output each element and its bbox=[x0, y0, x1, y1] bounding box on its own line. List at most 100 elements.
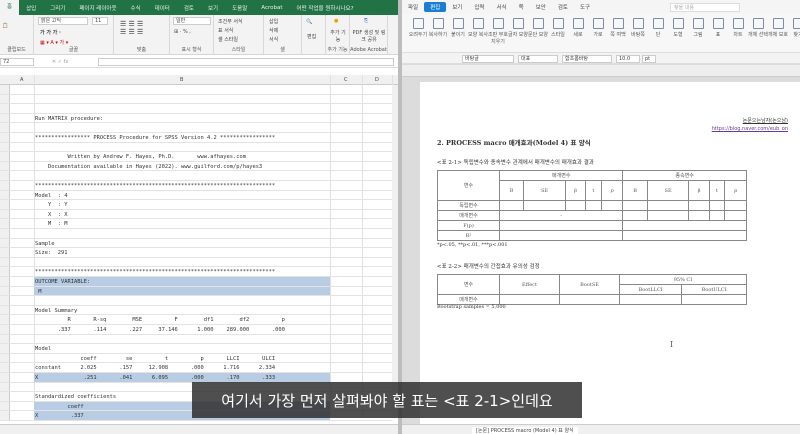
sheet-row[interactable]: Y : Y bbox=[0, 200, 392, 210]
excel-tab[interactable]: 도움말 bbox=[225, 4, 254, 12]
spreadsheet-grid[interactable]: Run MATRIX procedure: ***************** P… bbox=[0, 85, 398, 421]
excel-tab[interactable]: 어떤 작업을 원하시나요? bbox=[290, 4, 361, 12]
column-header-b[interactable]: B bbox=[180, 77, 183, 83]
hwp-tool-button[interactable]: 바탕쪽 bbox=[628, 18, 648, 38]
align-icons[interactable]: ☰ ☰ ☰ ☰ ☰ ☰ bbox=[120, 20, 143, 36]
row-number[interactable] bbox=[0, 104, 10, 113]
font-color-button[interactable]: ▦ ▾ A ▾ 가 ▾ bbox=[40, 39, 68, 46]
excel-tab[interactable]: 삽입 bbox=[19, 4, 43, 12]
hwp-tool-button[interactable]: 개체 선택 bbox=[748, 18, 768, 38]
document-page[interactable]: 논문으는남자(논으남) https://blog.naver.com/eub_o… bbox=[420, 82, 800, 424]
row-number[interactable] bbox=[0, 248, 10, 257]
sheet-row[interactable]: M bbox=[0, 286, 392, 297]
row-number[interactable] bbox=[0, 392, 10, 401]
font-select[interactable]: 함초롬바탕 bbox=[562, 54, 612, 63]
percent-button[interactable]: ⊞ · % , bbox=[174, 29, 191, 35]
sheet-row[interactable]: Documentation available in Hayes (2022).… bbox=[0, 161, 392, 172]
hwp-tool-button[interactable]: 그림 bbox=[688, 18, 708, 38]
hwp-tool-button[interactable]: 가로 bbox=[588, 18, 608, 38]
bold-button[interactable]: 가 가 가 · bbox=[40, 29, 61, 36]
sheet-row[interactable]: ***************** PROCESS Procedure for … bbox=[0, 133, 392, 143]
excel-tab[interactable]: 검토 bbox=[177, 4, 201, 12]
row-number[interactable] bbox=[0, 219, 10, 228]
formula-input[interactable] bbox=[98, 58, 394, 66]
hwp-tool-button[interactable]: 복사하기 bbox=[428, 18, 448, 38]
row-number[interactable] bbox=[0, 315, 10, 324]
row-number[interactable] bbox=[0, 325, 10, 334]
cell-style-button[interactable]: 셀 스타일 bbox=[218, 36, 238, 43]
excel-tab[interactable]: 수식 bbox=[124, 4, 148, 12]
blog-link[interactable]: https://blog.naver.com/eub_on bbox=[712, 126, 788, 132]
search-icon[interactable]: 🔍 bbox=[306, 19, 312, 25]
hwp-tool-button[interactable]: 모양 복사 bbox=[468, 18, 488, 38]
sheet-row[interactable]: Size: 291 bbox=[0, 248, 392, 258]
excel-tab[interactable]: Acrobat bbox=[254, 5, 289, 11]
number-format-select[interactable]: 일반 bbox=[173, 17, 211, 25]
edit-button[interactable]: 편집 bbox=[307, 33, 316, 40]
sheet-row[interactable]: X : X bbox=[0, 209, 392, 220]
hwp-tool-button[interactable]: 문단 모양 bbox=[528, 18, 548, 38]
sheet-row[interactable]: M : M bbox=[0, 219, 392, 229]
excel-tab[interactable]: 그리기 bbox=[43, 4, 72, 12]
hwp-menu-item[interactable]: 서식 bbox=[491, 3, 513, 11]
row-number[interactable] bbox=[0, 171, 10, 180]
row-number[interactable] bbox=[0, 152, 10, 161]
sheet-row[interactable] bbox=[0, 334, 392, 345]
ruler[interactable] bbox=[402, 65, 800, 77]
sheet-row[interactable]: Run MATRIX procedure: bbox=[0, 113, 392, 124]
font-size-input[interactable]: 10.0 bbox=[616, 54, 640, 63]
formula-buttons[interactable]: ✕ ✓ fx bbox=[52, 59, 68, 65]
sheet-row[interactable]: constant 2.025 .157 12.908 .000 1.716 2.… bbox=[0, 363, 392, 373]
document-tab[interactable]: [논문] PROCESS macro (Model 4) 표 양식 bbox=[472, 427, 578, 434]
sheet-row[interactable] bbox=[0, 229, 392, 239]
row-number[interactable] bbox=[0, 277, 10, 286]
row-number[interactable] bbox=[0, 411, 10, 420]
row-number[interactable] bbox=[0, 190, 10, 200]
conditional-format-button[interactable]: 조건부 서식 bbox=[218, 18, 243, 25]
sheet-row[interactable] bbox=[0, 171, 392, 181]
sheet-row[interactable] bbox=[0, 85, 392, 95]
table-format-button[interactable]: 표 서식 bbox=[218, 27, 233, 34]
hwp-tool-button[interactable]: 붙이기 bbox=[448, 18, 468, 38]
row-number[interactable] bbox=[0, 161, 10, 171]
hwp-tool-button[interactable]: 글자 모양 bbox=[508, 18, 528, 38]
row-number[interactable] bbox=[0, 229, 10, 238]
row-number[interactable] bbox=[0, 113, 10, 123]
sheet-row[interactable] bbox=[0, 123, 392, 133]
sheet-row[interactable]: OUTCOME VARIABLE: bbox=[0, 277, 392, 287]
sheet-row[interactable]: coeff se t p LLCI ULCI bbox=[0, 353, 392, 364]
hwp-menu-item[interactable]: 쪽 bbox=[513, 3, 530, 11]
font-name-select[interactable]: 맑은 고딕 bbox=[38, 17, 88, 25]
name-box[interactable]: 72 bbox=[0, 58, 34, 66]
excel-tab[interactable]: 보기 bbox=[201, 4, 225, 12]
hwp-tool-button[interactable]: 쪽 여백 bbox=[608, 18, 628, 38]
hwp-tool-button[interactable]: 도형 bbox=[668, 18, 688, 38]
sheet-row[interactable]: .337 .114 .227 37.146 1.000 289.000 .000 bbox=[0, 325, 392, 335]
row-number[interactable] bbox=[0, 257, 10, 267]
row-number[interactable] bbox=[0, 209, 10, 219]
hwp-tool-button[interactable]: 조판 부호 지우기 bbox=[488, 18, 508, 45]
row-number[interactable] bbox=[0, 353, 10, 363]
column-header-a[interactable]: A bbox=[20, 77, 23, 83]
row-number[interactable] bbox=[0, 286, 10, 296]
row-number[interactable] bbox=[0, 296, 10, 305]
sheet-row[interactable] bbox=[0, 94, 392, 105]
hwp-tool-button[interactable]: 오려두기 bbox=[408, 18, 428, 38]
column-header-c[interactable]: C bbox=[344, 77, 348, 83]
sheet-row[interactable] bbox=[0, 257, 392, 268]
hwp-menu-item[interactable]: 입력 bbox=[468, 3, 490, 11]
sheet-row[interactable] bbox=[0, 296, 392, 306]
sheet-row[interactable] bbox=[0, 142, 392, 153]
hwp-tool-button[interactable]: 차트 bbox=[728, 18, 748, 38]
hwp-menu-item[interactable]: 보안 bbox=[530, 3, 552, 11]
sheet-row[interactable] bbox=[0, 104, 392, 114]
font-size-select[interactable]: 11 bbox=[92, 17, 108, 25]
excel-tab[interactable]: 데이터 bbox=[148, 4, 177, 12]
column-header-d[interactable]: D bbox=[375, 77, 379, 83]
sheet-row[interactable]: Model : 4 bbox=[0, 190, 392, 201]
sheet-row[interactable]: Written by Andrew F. Hayes, Ph.D. www.af… bbox=[0, 152, 392, 162]
sheet-row[interactable]: ****************************************… bbox=[0, 267, 392, 277]
hwp-menu-item[interactable]: 파일 bbox=[402, 3, 424, 11]
row-number[interactable] bbox=[0, 305, 10, 315]
format-button[interactable]: 서식 bbox=[269, 36, 278, 43]
